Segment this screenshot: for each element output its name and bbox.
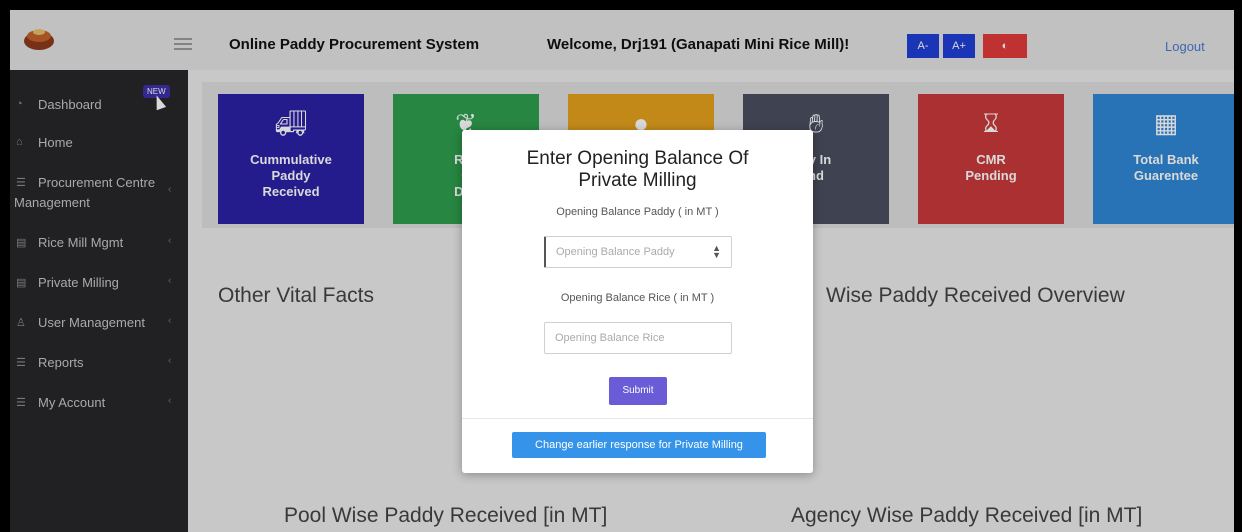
rice-balance-placeholder: Opening Balance Rice bbox=[555, 332, 665, 344]
change-earlier-response-button[interactable]: Change earlier response for Private Mill… bbox=[512, 432, 766, 458]
paddy-balance-label: Opening Balance Paddy ( in MT ) bbox=[556, 206, 719, 218]
modal-title: Enter Opening Balance Of Private Milling bbox=[462, 148, 813, 192]
modal-title-line2: Private Milling bbox=[578, 170, 697, 191]
modal-title-line1: Enter Opening Balance Of bbox=[526, 148, 749, 169]
number-spinner-icon[interactable]: ▲ ▼ bbox=[712, 244, 721, 260]
modal-divider bbox=[462, 418, 813, 419]
app-window: Online Paddy Procurement System Welcome,… bbox=[0, 0, 1242, 532]
paddy-balance-placeholder: Opening Balance Paddy bbox=[556, 246, 675, 258]
rice-balance-input[interactable]: Opening Balance Rice bbox=[544, 322, 732, 354]
paddy-balance-input[interactable]: Opening Balance Paddy ▲ ▼ bbox=[544, 236, 732, 268]
rice-balance-label: Opening Balance Rice ( in MT ) bbox=[560, 292, 715, 304]
opening-balance-modal: Enter Opening Balance Of Private Milling… bbox=[462, 130, 813, 473]
submit-button[interactable]: Submit bbox=[609, 377, 667, 405]
